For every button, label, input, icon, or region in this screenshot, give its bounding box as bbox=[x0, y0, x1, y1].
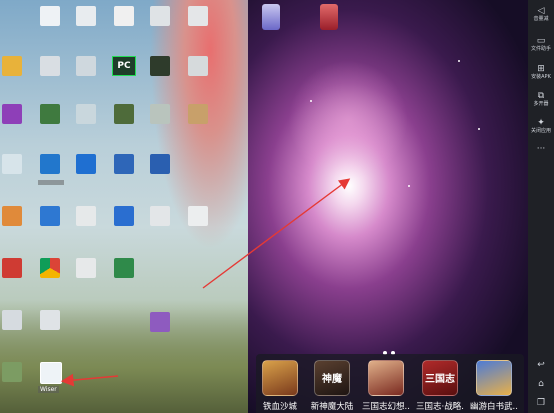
annotation-arrows bbox=[60, 178, 351, 387]
arrow-to-wiser-icon bbox=[60, 373, 119, 387]
arrow-to-nebula bbox=[202, 178, 351, 289]
